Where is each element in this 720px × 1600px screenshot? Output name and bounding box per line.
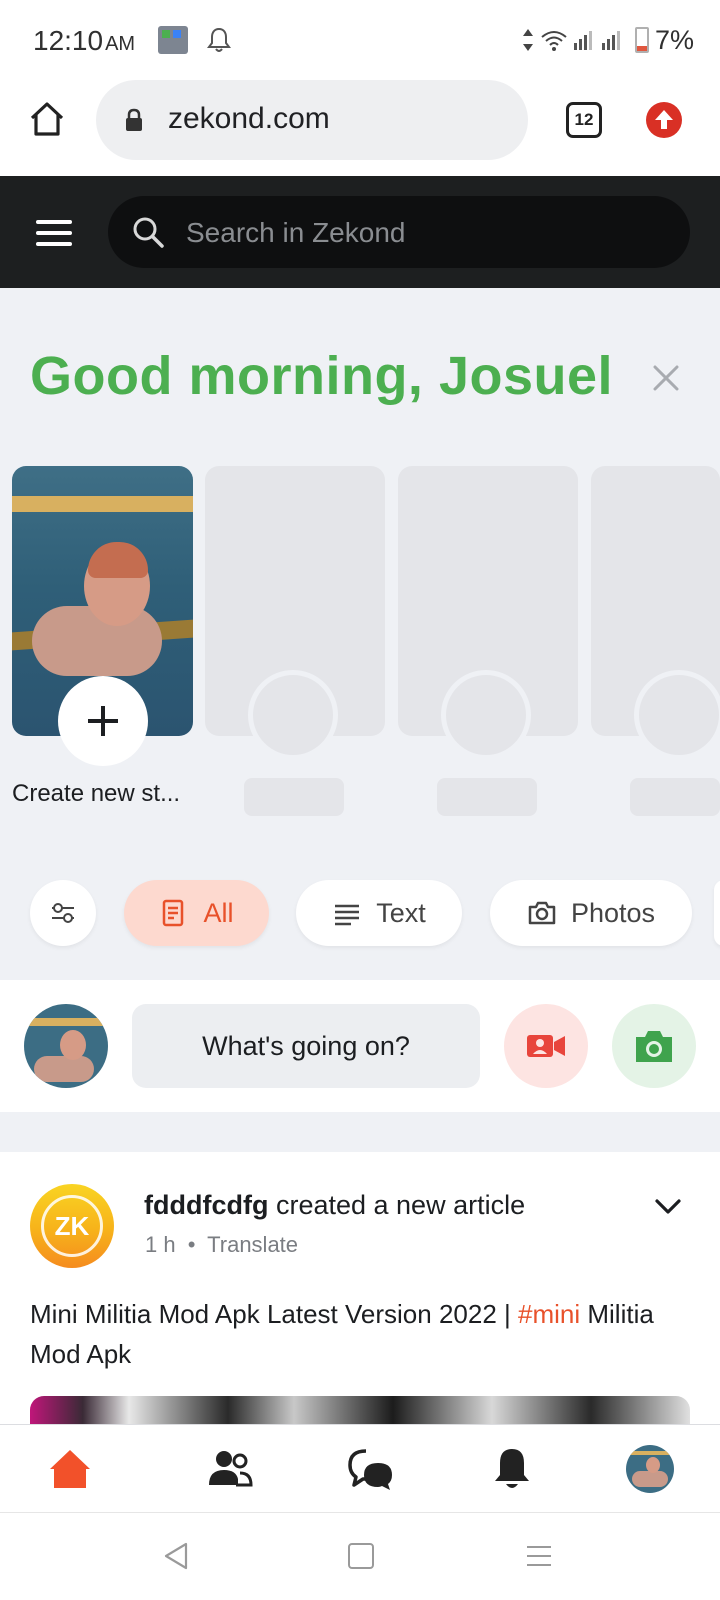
post-meta: 1 h • Translate xyxy=(145,1232,298,1258)
bottom-navigation xyxy=(0,1424,720,1512)
greeting-title: Good morning, Josuel xyxy=(30,346,614,406)
url-text: zekond.com xyxy=(168,102,330,135)
filter-text-label: Text xyxy=(376,897,426,928)
story-placeholder-avatar xyxy=(248,670,338,760)
back-icon[interactable] xyxy=(162,1541,190,1571)
update-button[interactable] xyxy=(646,102,682,138)
battery-percent: 7% xyxy=(654,24,694,55)
article-icon xyxy=(163,899,184,927)
add-story-button[interactable] xyxy=(58,676,148,766)
tab-switcher-button[interactable]: 12 xyxy=(566,102,602,138)
story-placeholder-label xyxy=(244,778,344,816)
post-time: 1 h xyxy=(145,1232,176,1257)
post-header: fdddfcdfg created a new article xyxy=(144,1190,525,1221)
close-icon[interactable] xyxy=(650,362,682,394)
story-placeholder-avatar xyxy=(441,670,531,760)
status-bar: 12:10 AM 7% xyxy=(0,0,720,80)
create-story-label: Create new st... xyxy=(12,780,181,807)
chat-icon[interactable] xyxy=(346,1445,394,1493)
meta-separator: • xyxy=(187,1232,196,1257)
hashtag-link[interactable]: #mini xyxy=(518,1299,580,1329)
avatar[interactable] xyxy=(24,1004,108,1088)
translate-link[interactable]: Translate xyxy=(207,1232,298,1257)
wifi-icon xyxy=(541,31,567,51)
status-icons: 7% xyxy=(521,22,694,58)
filter-text[interactable]: Text xyxy=(296,880,462,946)
lock-icon xyxy=(126,108,142,131)
camera-icon xyxy=(636,1031,672,1062)
filter-settings-button[interactable] xyxy=(30,880,96,946)
post-image[interactable] xyxy=(30,1396,690,1424)
profile-avatar[interactable] xyxy=(626,1445,674,1493)
post-composer: What's going on? xyxy=(0,980,720,1112)
search-icon xyxy=(133,217,164,248)
app-notification-icon xyxy=(158,26,188,54)
system-navigation-bar xyxy=(0,1512,720,1600)
author-avatar[interactable]: ZK xyxy=(30,1184,114,1268)
sliders-icon xyxy=(52,903,74,923)
filter-all-label: All xyxy=(203,897,234,928)
filter-all[interactable]: All xyxy=(124,880,269,946)
signal-icon xyxy=(573,31,592,50)
recents-menu-icon[interactable] xyxy=(526,1543,552,1569)
photo-post-button[interactable] xyxy=(612,1004,696,1088)
home-icon[interactable] xyxy=(46,1445,94,1493)
composer-input[interactable]: What's going on? xyxy=(132,1004,480,1088)
post-action: created a new article xyxy=(268,1190,526,1220)
chevron-down-icon[interactable] xyxy=(654,1198,682,1216)
post-text[interactable]: Mini Militia Mod Apk Latest Version 2022… xyxy=(30,1294,690,1374)
bell-icon[interactable] xyxy=(488,1445,536,1493)
video-camera-icon xyxy=(527,1035,565,1057)
friends-icon[interactable] xyxy=(206,1445,254,1493)
video-post-button[interactable] xyxy=(504,1004,588,1088)
avatar-initials: ZK xyxy=(41,1195,103,1257)
menu-icon[interactable] xyxy=(36,220,72,246)
story-placeholder-label xyxy=(437,778,537,816)
home-icon[interactable] xyxy=(28,100,66,138)
filter-more[interactable] xyxy=(714,880,720,946)
text-lines-icon xyxy=(335,904,360,926)
battery-icon xyxy=(634,27,649,53)
search-placeholder: Search in Zekond xyxy=(186,217,406,248)
story-placeholder-avatar xyxy=(634,670,720,760)
signal-icon-2 xyxy=(601,31,620,50)
story-placeholder-label xyxy=(630,778,720,816)
url-bar[interactable]: zekond.com xyxy=(96,80,528,160)
search-input[interactable]: Search in Zekond xyxy=(108,196,690,268)
feed-post: ZK fdddfcdfg created a new article 1 h •… xyxy=(0,1152,720,1424)
data-arrows-icon xyxy=(522,29,533,51)
home-square-icon[interactable] xyxy=(348,1543,374,1569)
filter-photos[interactable]: Photos xyxy=(490,880,692,946)
clock: 12:10 AM xyxy=(33,25,136,56)
app-header: Search in Zekond xyxy=(0,176,720,288)
notification-bell-icon xyxy=(207,27,231,52)
browser-toolbar: zekond.com 12 xyxy=(0,80,720,176)
arrow-up-icon xyxy=(655,110,673,129)
camera-icon xyxy=(528,901,556,925)
author-name[interactable]: fdddfcdfg xyxy=(144,1190,268,1220)
filter-photos-label: Photos xyxy=(570,897,656,928)
